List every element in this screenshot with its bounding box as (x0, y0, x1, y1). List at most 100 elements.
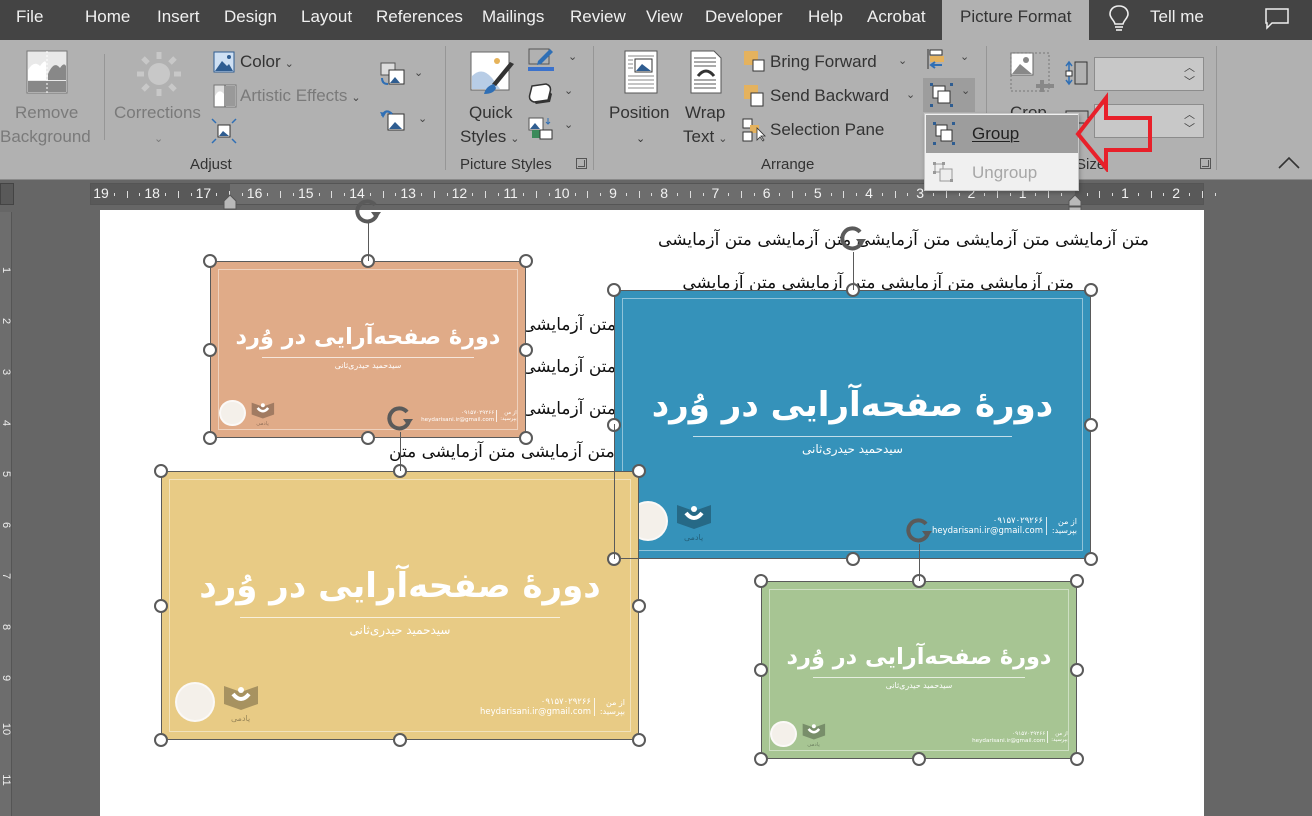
resize-handle[interactable] (154, 464, 168, 478)
resize-handle[interactable] (632, 733, 646, 747)
align-button[interactable]: ⌄ (926, 48, 972, 74)
crop-icon (1010, 52, 1054, 92)
resize-handle[interactable] (1084, 552, 1098, 566)
rotate-handle-icon[interactable] (385, 403, 415, 433)
resize-handle[interactable] (1070, 574, 1084, 588)
artistic-effects-label: Artistic Effects ⌄ (240, 85, 361, 109)
menu-item-group-label: Group (972, 124, 1020, 143)
resize-handle[interactable] (607, 283, 621, 297)
group-objects-icon (930, 83, 953, 107)
comments-icon[interactable] (1264, 7, 1290, 31)
separator (1216, 46, 1217, 170)
rotate-handle-icon[interactable] (904, 515, 934, 545)
chevron-down-icon: ⌄ (351, 92, 361, 104)
corrections-label: Corrections (114, 103, 201, 122)
rotate-handle-icon[interactable] (838, 223, 868, 253)
tab-references[interactable]: References (376, 0, 463, 36)
menu-item-ungroup[interactable]: Ungroup (926, 154, 1078, 192)
ruler-number: 5 (0, 470, 12, 478)
resize-handle[interactable] (203, 431, 217, 445)
document-text-line[interactable]: متن آزمایشی (522, 357, 616, 377)
tell-me-label: Tell me (1150, 7, 1204, 26)
remove-background-button[interactable]: Remove Background (0, 48, 96, 148)
group-objects-button[interactable]: ⌄ (923, 78, 975, 112)
ruler-tick (1214, 193, 1216, 196)
picture-border-button[interactable]: ⌄ (528, 48, 577, 74)
tab-home[interactable]: Home (85, 0, 130, 36)
resize-handle[interactable] (203, 254, 217, 268)
resize-handle[interactable] (912, 752, 926, 766)
compress-pictures-icon[interactable] (211, 118, 237, 144)
group-dropdown-menu: Group Ungroup (924, 113, 1079, 191)
corrections-button[interactable]: Corrections ⌄ (112, 48, 206, 148)
annotation-arrow-icon (1075, 92, 1152, 172)
resize-handle[interactable] (519, 342, 533, 357)
document-text-line[interactable]: متن آزمایشی (522, 315, 616, 335)
wrap-text-button[interactable]: Wrap Text ⌄ (680, 50, 736, 150)
resize-handle[interactable] (754, 752, 768, 766)
send-backward-button[interactable]: Send Backward ⌄ (742, 84, 917, 110)
spin-down-icon[interactable]: ﹀ (1184, 73, 1195, 89)
resize-handle[interactable] (519, 431, 533, 445)
indent-marker-icon[interactable] (223, 194, 237, 210)
resize-handle[interactable] (1070, 752, 1084, 766)
resize-handle[interactable] (632, 464, 646, 478)
tab-developer[interactable]: Developer (705, 0, 783, 36)
resize-handle[interactable] (1084, 283, 1098, 297)
ruler-tick (190, 193, 192, 196)
picture-effects-button[interactable]: ⌄ (528, 82, 576, 108)
tab-insert[interactable]: Insert (157, 0, 200, 36)
selection-pane-button[interactable]: Selection Pane (742, 118, 892, 144)
position-button[interactable]: Position ⌄ (604, 50, 678, 150)
size-dialog-launcher[interactable] (1200, 158, 1211, 169)
ruler-number: 18 (144, 185, 160, 201)
shape-height-input[interactable]: ︿ ﹀ (1094, 57, 1204, 91)
resize-handle[interactable] (1070, 663, 1084, 677)
tab-help[interactable]: Help (808, 0, 843, 36)
separator (445, 46, 446, 170)
rotate-handle-icon[interactable] (353, 196, 383, 226)
ruler-tick (741, 191, 742, 198)
picture-styles-dialog-launcher[interactable] (576, 158, 587, 169)
resize-handle[interactable] (754, 574, 768, 588)
tab-mailings[interactable]: Mailings (482, 0, 544, 36)
resize-handle[interactable] (361, 431, 375, 445)
tab-design[interactable]: Design (224, 0, 277, 36)
collapse-ribbon-icon[interactable] (1278, 156, 1300, 170)
ruler-tick (600, 193, 602, 196)
spin-down-icon[interactable]: ﹀ (1184, 120, 1195, 136)
ruler-number: 1 (1121, 185, 1129, 201)
tab-review[interactable]: Review (570, 0, 626, 36)
resize-handle[interactable] (154, 598, 168, 613)
resize-handle[interactable] (754, 663, 768, 677)
color-button[interactable]: Color ⌄ (212, 50, 312, 76)
resize-handle[interactable] (203, 342, 217, 357)
tab-picture-format[interactable]: Picture Format (942, 0, 1090, 40)
resize-handle[interactable] (154, 733, 168, 747)
change-picture-icon (380, 62, 405, 85)
change-picture-button[interactable]: ⌄ (380, 62, 424, 88)
ruler-number: 13 (400, 185, 416, 201)
tab-view[interactable]: View (646, 0, 683, 36)
resize-handle[interactable] (845, 552, 860, 566)
bring-forward-button[interactable]: Bring Forward ⌄ (742, 50, 917, 76)
reset-picture-button[interactable]: ⌄ (380, 108, 427, 134)
resize-handle[interactable] (393, 733, 407, 747)
tab-layout[interactable]: Layout (301, 0, 352, 36)
quick-styles-button[interactable]: Quick Styles ⌄ (456, 50, 526, 150)
resize-handle[interactable] (1084, 417, 1098, 432)
document-text-line[interactable]: متن آزمایشی (522, 399, 616, 419)
crop-button[interactable]: Crop (1000, 50, 1060, 122)
tab-selector[interactable] (0, 183, 14, 205)
vertical-ruler[interactable]: 1 2 3 4 5 6 7 8 9 10 11 (0, 212, 12, 816)
document-text-line[interactable]: متن آزمایشی متن آزمایشی متن آزمایشی متن … (658, 230, 1149, 250)
picture-layout-button[interactable]: ⌄ (528, 116, 576, 142)
ruler-tick (830, 193, 832, 196)
menu-item-group[interactable]: Group (926, 115, 1078, 153)
resize-handle[interactable] (632, 598, 646, 613)
chevron-down-icon: ⌄ (961, 85, 971, 97)
resize-handle[interactable] (519, 254, 533, 268)
tab-acrobat[interactable]: Acrobat (867, 0, 926, 36)
tab-file[interactable]: File (16, 0, 43, 36)
artistic-effects-button[interactable]: Artistic Effects ⌄ (212, 84, 372, 110)
